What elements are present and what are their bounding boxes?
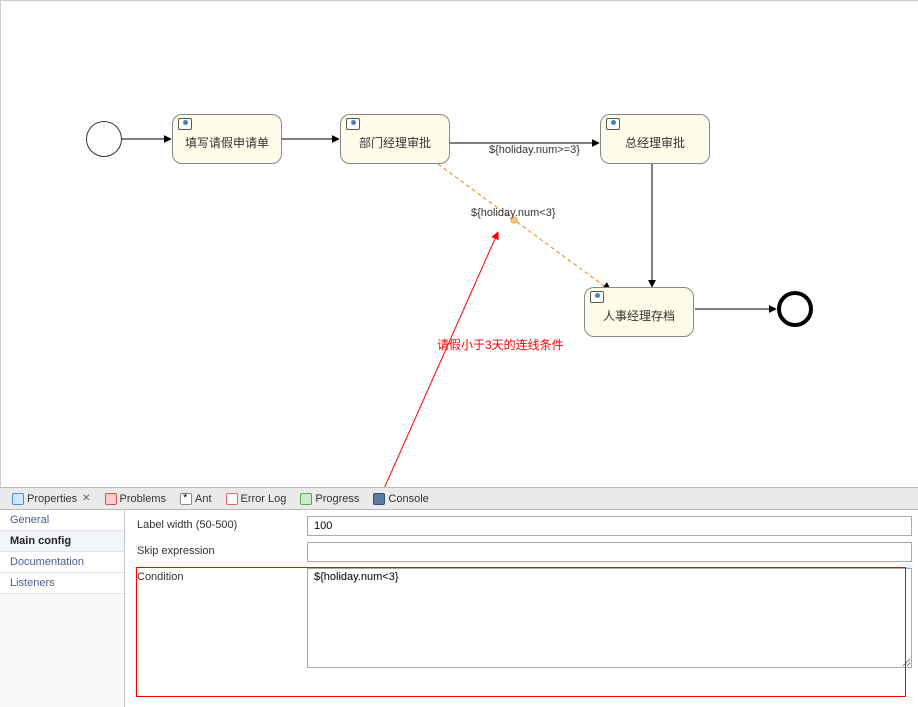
task-gm-approve[interactable]: 总经理审批 xyxy=(600,114,710,164)
user-icon xyxy=(178,118,192,130)
annotation-text: 请假小于3天的连线条件 xyxy=(437,336,564,353)
prop-tab-listeners[interactable]: Listeners xyxy=(0,573,124,594)
field-row-label-width: Label width (50-500) xyxy=(125,514,918,540)
prop-tab-documentation[interactable]: Documentation xyxy=(0,552,124,573)
start-event[interactable] xyxy=(86,121,122,157)
flow-condition-label-lt3[interactable]: ${holiday.num<3} xyxy=(471,207,556,219)
user-icon xyxy=(606,118,620,130)
condition-input[interactable] xyxy=(307,568,912,668)
field-label: Skip expression xyxy=(137,542,307,557)
view-tab-properties[interactable]: Properties ✕ xyxy=(6,491,97,507)
field-row-condition: Condition xyxy=(125,566,918,672)
error-log-icon xyxy=(226,493,238,505)
field-row-skip-expression: Skip expression xyxy=(125,540,918,566)
label-width-input[interactable] xyxy=(307,516,912,536)
ant-icon xyxy=(180,493,192,505)
close-icon[interactable]: ✕ xyxy=(82,493,90,504)
progress-icon xyxy=(300,493,312,505)
task-label: 人事经理存档 xyxy=(603,307,675,324)
flow-connectors xyxy=(1,1,918,488)
console-icon xyxy=(373,493,385,505)
task-dept-mgr-approve[interactable]: 部门经理审批 xyxy=(340,114,450,164)
user-icon xyxy=(346,118,360,130)
end-event[interactable] xyxy=(777,291,813,327)
task-label: 填写请假申请单 xyxy=(185,134,269,151)
view-tab-label: Problems xyxy=(120,493,166,505)
problems-icon xyxy=(105,493,117,505)
view-tab-error-log[interactable]: Error Log xyxy=(220,491,293,507)
user-icon xyxy=(590,291,604,303)
view-tab-label: Console xyxy=(388,493,428,505)
view-tab-ant[interactable]: Ant xyxy=(174,491,218,507)
view-tab-label: Properties xyxy=(27,493,77,505)
views-tab-bar: Properties ✕ Problems Ant Error Log Prog… xyxy=(0,488,918,510)
property-tabs: General Main config Documentation Listen… xyxy=(0,510,125,707)
task-label: 部门经理审批 xyxy=(359,134,431,151)
view-tab-problems[interactable]: Problems xyxy=(99,491,172,507)
view-tab-label: Error Log xyxy=(241,493,287,505)
view-tab-progress[interactable]: Progress xyxy=(294,491,365,507)
task-label: 总经理审批 xyxy=(625,134,685,151)
skip-expression-input[interactable] xyxy=(307,542,912,562)
task-hr-archive[interactable]: 人事经理存档 xyxy=(584,287,694,337)
diagram-canvas[interactable]: 填写请假申请单 部门经理审批 总经理审批 人事经理存档 ${holiday.nu… xyxy=(0,0,918,487)
flow-condition-label-ge3[interactable]: ${holiday.num>=3} xyxy=(489,144,580,156)
prop-tab-general[interactable]: General xyxy=(0,510,124,531)
view-tab-label: Progress xyxy=(315,493,359,505)
property-fields: Label width (50-500) Skip expression Con… xyxy=(125,510,918,707)
properties-body: General Main config Documentation Listen… xyxy=(0,510,918,707)
prop-tab-main-config[interactable]: Main config xyxy=(0,531,124,552)
bottom-panel: Properties ✕ Problems Ant Error Log Prog… xyxy=(0,487,918,707)
field-label: Condition xyxy=(137,568,307,583)
task-fill-form[interactable]: 填写请假申请单 xyxy=(172,114,282,164)
view-tab-label: Ant xyxy=(195,493,212,505)
properties-icon xyxy=(12,493,24,505)
view-tab-console[interactable]: Console xyxy=(367,491,434,507)
field-label: Label width (50-500) xyxy=(137,516,307,531)
